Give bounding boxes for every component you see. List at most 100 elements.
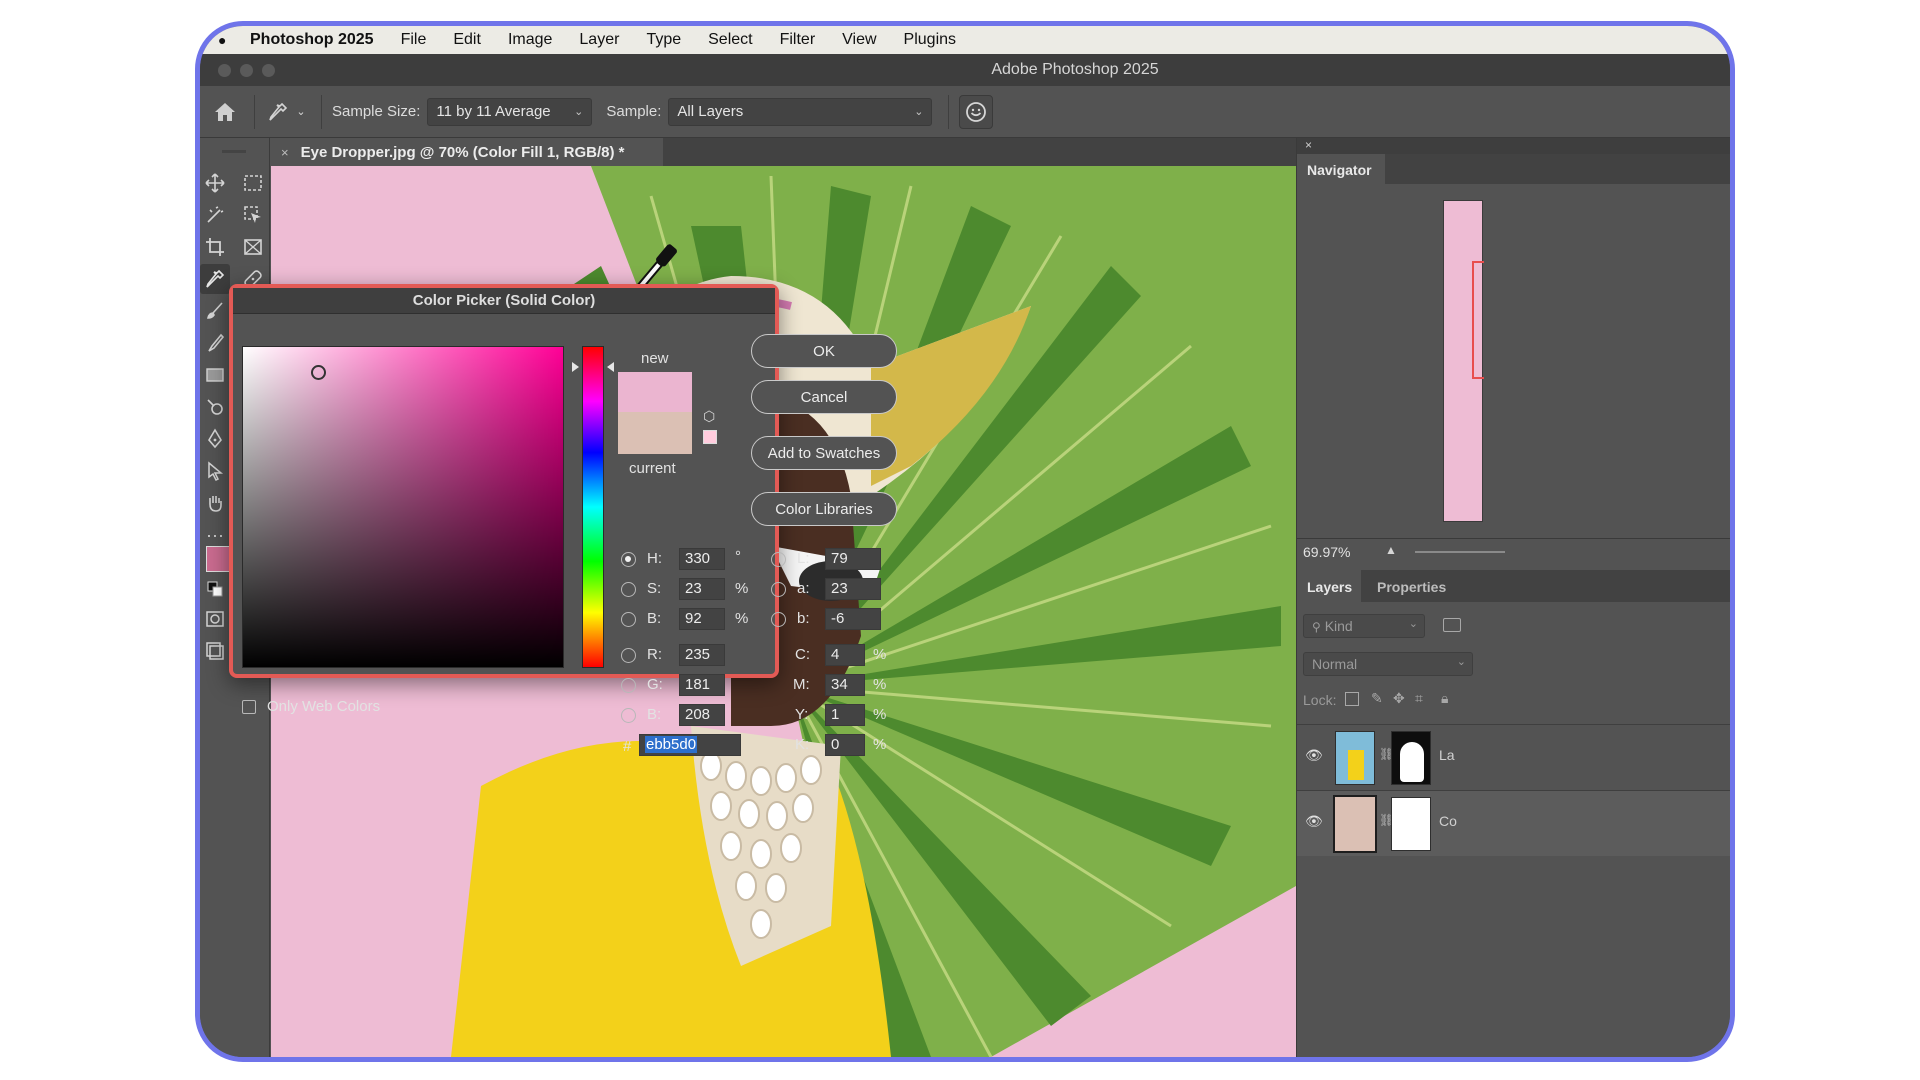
- magenta-input[interactable]: 34: [825, 674, 865, 696]
- sample-select[interactable]: All Layers ⌄: [668, 97, 933, 126]
- layer-mask-thumbnail[interactable]: [1391, 731, 1431, 785]
- menu-filter[interactable]: Filter: [780, 31, 816, 49]
- web-safe-color-swatch[interactable]: [703, 430, 717, 444]
- radio-lab-b[interactable]: [771, 612, 786, 627]
- menu-plugins[interactable]: Plugins: [904, 31, 956, 49]
- screen-mode-icon[interactable]: [200, 636, 230, 666]
- default-colors-icon[interactable]: [200, 574, 230, 604]
- move-tool-icon[interactable]: [200, 168, 230, 198]
- radio-red[interactable]: [621, 648, 636, 663]
- marquee-tool-icon[interactable]: [238, 168, 268, 198]
- black-input[interactable]: 0: [825, 734, 865, 756]
- brightness-input[interactable]: 92: [679, 608, 725, 630]
- radio-lab-a[interactable]: [771, 582, 786, 597]
- home-icon[interactable]: [206, 101, 244, 123]
- panel-close-icon[interactable]: ×: [1305, 138, 1312, 152]
- menu-image[interactable]: Image: [508, 31, 552, 49]
- gradient-tool-icon[interactable]: [200, 360, 230, 390]
- menu-view[interactable]: View: [842, 31, 876, 49]
- green-input[interactable]: 181: [679, 674, 725, 696]
- path-selection-tool-icon[interactable]: [200, 456, 230, 486]
- layer-filter-select[interactable]: ⚲ Kind ⌄: [1303, 614, 1425, 638]
- show-sampling-ring-icon[interactable]: [959, 94, 994, 129]
- zoom-out-icon[interactable]: ▲: [1385, 543, 1397, 557]
- cyan-input[interactable]: 4: [825, 644, 865, 666]
- menu-select[interactable]: Select: [708, 31, 752, 49]
- out-of-gamut-cube-icon[interactable]: ⬡: [703, 408, 715, 425]
- sample-value: All Layers: [677, 103, 744, 120]
- menu-layer[interactable]: Layer: [579, 31, 619, 49]
- lock-all-icon[interactable]: 🔒︎: [1441, 690, 1448, 707]
- saturation-brightness-field[interactable]: [242, 346, 564, 668]
- filter-pixel-layers-icon[interactable]: [1443, 618, 1461, 632]
- lab-a-input[interactable]: 23: [825, 578, 881, 600]
- lab-l-input[interactable]: 79: [825, 548, 881, 570]
- document-tab[interactable]: × Eye Dropper.jpg @ 70% (Color Fill 1, R…: [271, 138, 663, 166]
- hue-slider[interactable]: [582, 346, 604, 668]
- tab-close-icon[interactable]: ×: [281, 145, 289, 160]
- only-web-colors-checkbox[interactable]: [242, 700, 256, 714]
- radio-hue[interactable]: [621, 552, 636, 567]
- tab-navigator[interactable]: Navigator: [1297, 154, 1385, 184]
- chevron-down-icon: ⌄: [914, 106, 924, 118]
- visibility-eye-icon[interactable]: 👁︎: [1305, 813, 1323, 830]
- hue-input[interactable]: 330: [679, 548, 725, 570]
- menu-file[interactable]: File: [401, 31, 427, 49]
- object-selection-tool-icon[interactable]: [238, 200, 268, 230]
- hex-input[interactable]: ebb5d0: [639, 734, 741, 756]
- radio-saturation[interactable]: [621, 582, 636, 597]
- blend-mode-select[interactable]: Normal ⌄: [1303, 652, 1473, 676]
- ok-button[interactable]: OK: [751, 334, 897, 368]
- apple-icon[interactable]: ●: [218, 32, 232, 48]
- menu-edit[interactable]: Edit: [453, 31, 481, 49]
- layer-mask-thumbnail[interactable]: [1391, 797, 1431, 851]
- saturation-input[interactable]: 23: [679, 578, 725, 600]
- add-to-swatches-button[interactable]: Add to Swatches: [751, 436, 897, 470]
- hue-slider-right-arrow[interactable]: [607, 362, 614, 372]
- lab-b-input[interactable]: -6: [825, 608, 881, 630]
- crop-tool-icon[interactable]: [200, 232, 230, 262]
- radio-blue[interactable]: [621, 708, 636, 723]
- eyedropper-tool-preset-icon[interactable]: [265, 102, 291, 122]
- layer-row[interactable]: 👁︎ ⛓︎ La: [1297, 724, 1730, 790]
- radio-green[interactable]: [621, 678, 636, 693]
- tab-layers[interactable]: Layers: [1297, 570, 1361, 602]
- color-field-marker[interactable]: [311, 365, 326, 380]
- dodge-tool-icon[interactable]: [200, 392, 230, 422]
- lasso-tool-icon[interactable]: [200, 200, 230, 230]
- hand-tool-icon[interactable]: [200, 488, 230, 518]
- menu-type[interactable]: Type: [646, 31, 681, 49]
- current-color-swatch[interactable]: [618, 412, 692, 454]
- magenta-unit: %: [873, 676, 887, 693]
- pen-tool-icon[interactable]: [200, 424, 230, 454]
- tab-properties[interactable]: Properties: [1377, 579, 1446, 595]
- frame-tool-icon[interactable]: [238, 232, 268, 262]
- eyedropper-tool-icon[interactable]: [200, 264, 230, 294]
- radio-lab-l[interactable]: [771, 552, 786, 567]
- quick-mask-icon[interactable]: [200, 604, 230, 634]
- visibility-eye-icon[interactable]: 👁︎: [1305, 747, 1323, 764]
- brush-tool-icon[interactable]: [200, 296, 230, 326]
- layer-row[interactable]: 👁︎ ⛓︎ Co: [1297, 790, 1730, 856]
- zoom-slider[interactable]: [1415, 551, 1505, 553]
- lock-position-icon[interactable]: ✥: [1393, 690, 1405, 707]
- cancel-button[interactable]: Cancel: [751, 380, 897, 414]
- red-input[interactable]: 235: [679, 644, 725, 666]
- lock-image-pixels-icon[interactable]: ✎: [1371, 690, 1383, 707]
- menu-app[interactable]: Photoshop 2025: [250, 31, 374, 49]
- chevron-down-icon[interactable]: ⌄: [291, 105, 311, 118]
- lock-artboard-icon[interactable]: ⌗: [1415, 690, 1423, 707]
- sample-size-select[interactable]: 11 by 11 Average ⌄: [427, 97, 593, 126]
- navigator-zoom-value[interactable]: 69.97%: [1303, 544, 1350, 560]
- hue-slider-left-arrow[interactable]: [572, 362, 579, 372]
- navigator-view-box[interactable]: [1472, 261, 1484, 379]
- yellow-input[interactable]: 1: [825, 704, 865, 726]
- window-title: Adobe Photoshop 2025: [991, 61, 1159, 78]
- blue-input[interactable]: 208: [679, 704, 725, 726]
- brightness-unit: %: [735, 610, 749, 627]
- radio-brightness[interactable]: [621, 612, 636, 627]
- color-libraries-button[interactable]: Color Libraries: [751, 492, 897, 526]
- lock-transparent-icon[interactable]: [1345, 692, 1359, 706]
- layer-thumbnail: [1335, 731, 1375, 785]
- clone-stamp-tool-icon[interactable]: [200, 328, 230, 358]
